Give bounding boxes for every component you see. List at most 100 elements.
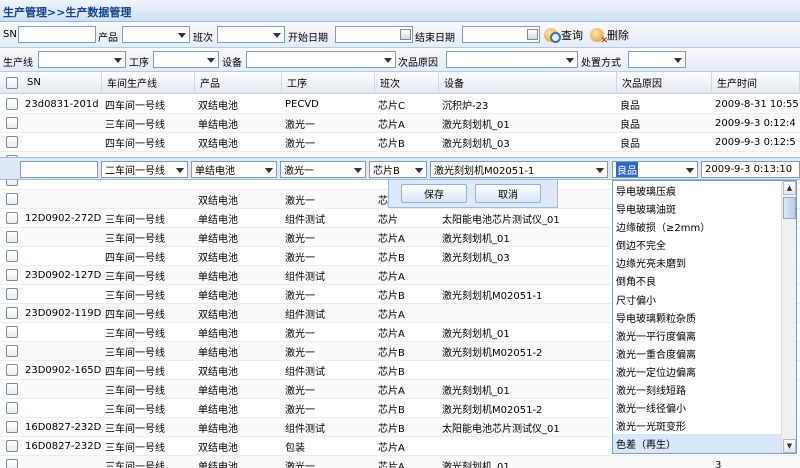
defect-dropdown-list[interactable]: 导电玻璃压痕 导电玻璃油斑 边缘破损（≥2mm） 倒边不完全 边缘光亮未磨到 倒角不良 尺寸… [612, 180, 797, 454]
scroll-down-icon[interactable]: ▼ [783, 439, 796, 453]
table-cell: 三车间一号线 [105, 423, 165, 435]
column-header[interactable]: 车间生产线 [102, 72, 195, 93]
dropdown-option[interactable]: 尺寸偏小 [613, 290, 783, 309]
disposal-label: 处置方式 [581, 58, 621, 69]
table-cell: 激光一 [285, 404, 315, 416]
calendar-icon[interactable] [400, 29, 411, 40]
column-header[interactable]: 次品原因 [617, 72, 712, 93]
editor-shift-select[interactable]: 芯片B [369, 161, 427, 178]
row-checkbox[interactable] [6, 459, 18, 468]
editor-line-select[interactable]: 二车间一号线 [101, 161, 188, 178]
row-checkbox[interactable] [6, 364, 18, 376]
row-editor-buttons: 保存 取消 [388, 180, 558, 208]
table-cell [22, 380, 102, 398]
table-cell: 包装 [285, 442, 305, 454]
row-checkbox[interactable] [6, 269, 18, 281]
dropdown-option[interactable]: 导电玻璃颗粒杂质 [613, 308, 783, 327]
table-cell [439, 437, 617, 455]
table-cell: 单结电池 [198, 423, 238, 435]
table-row[interactable]: 23d0831-201d 四车间一号线 双结电池 PECVD 芯片C 沉积炉-23 良品 20… [0, 95, 800, 114]
cancel-button[interactable]: 取消 [475, 184, 541, 203]
row-checkbox[interactable] [6, 231, 18, 243]
table-cell: 单结电池 [198, 328, 238, 340]
end-date-input[interactable] [462, 26, 540, 43]
save-button[interactable]: 保存 [401, 184, 467, 203]
shift-select[interactable] [217, 26, 285, 43]
dropdown-option[interactable]: 导电玻璃油斑 [613, 199, 783, 218]
editor-time-input[interactable]: 2009-9-3 0:13:10 [701, 161, 800, 178]
dropdown-option[interactable]: 倒边不完全 [613, 235, 783, 254]
row-checkbox[interactable] [6, 98, 18, 110]
table-cell: 单结电池 [198, 385, 238, 397]
disposal-select[interactable] [628, 51, 686, 68]
dropdown-option[interactable]: 激光一重合度偏离 [613, 344, 783, 363]
dropdown-option[interactable]: 激光一平行度偏离 [613, 326, 783, 345]
row-checkbox[interactable] [6, 136, 18, 148]
delete-button[interactable]: 删除 [590, 26, 629, 46]
query-button[interactable]: 查询 [544, 26, 583, 44]
editor-device-select[interactable]: 激光刻划机M02051-1 [430, 161, 608, 178]
row-checkbox[interactable] [6, 307, 18, 319]
table-cell: 四车间一号线 [105, 252, 165, 264]
editor-sn-input[interactable] [20, 161, 98, 178]
column-header[interactable]: 工序 [282, 72, 375, 93]
device-select[interactable] [246, 51, 396, 68]
product-select[interactable] [122, 26, 190, 43]
dropdown-option[interactable]: 边缘破损（≥2mm） [613, 217, 783, 236]
row-checkbox[interactable] [6, 212, 18, 224]
table-cell: 三车间一号线 [105, 442, 165, 454]
column-header[interactable]: 生产时间 [712, 72, 800, 93]
table-cell: 激光一 [285, 119, 315, 131]
table-cell: 2009-9-3 0:12:4 [715, 117, 796, 129]
row-checkbox[interactable] [6, 421, 18, 433]
column-header[interactable]: SN [22, 72, 102, 93]
start-date-input[interactable] [335, 26, 413, 43]
line-select[interactable] [38, 51, 126, 68]
dropdown-option[interactable]: 导电玻璃压痕 [613, 181, 783, 200]
table-cell: 激光一 [285, 233, 315, 245]
table-cell [22, 114, 102, 132]
row-checkbox[interactable] [6, 383, 18, 395]
dropdown-option[interactable]: 色差（再生） [613, 434, 783, 453]
table-row[interactable]: 四车间一号线 双结电池 激光一 芯片B 激光刻划机_03 良品 2009-9-3 0:12:… [0, 133, 800, 152]
column-header[interactable]: 产品 [195, 72, 282, 93]
row-checkbox[interactable] [6, 345, 18, 357]
row-checkbox[interactable] [6, 402, 18, 414]
dropdown-scrollbar[interactable]: ▲ ▼ [781, 181, 796, 453]
row-checkbox[interactable] [6, 117, 18, 129]
scroll-up-icon[interactable]: ▲ [783, 181, 796, 195]
process-select[interactable] [153, 51, 219, 68]
sn-input[interactable] [18, 26, 96, 43]
defect-select[interactable] [446, 51, 578, 68]
scroll-thumb[interactable] [783, 197, 796, 219]
table-cell: 激光刻划机_01 [442, 328, 510, 340]
dropdown-option[interactable]: 激光一线径偏小 [613, 398, 783, 417]
column-header[interactable]: 设备 [439, 72, 617, 93]
table-cell: 单结电池 [198, 214, 238, 226]
dropdown-option[interactable]: 激光一定位边偏离 [613, 362, 783, 381]
column-header[interactable]: 班次 [375, 72, 439, 93]
dropdown-option[interactable]: 激光一光斑变形 [613, 416, 783, 435]
dropdown-option[interactable]: 激光一刻线短路 [613, 380, 783, 399]
row-checkbox[interactable] [6, 288, 18, 300]
dropdown-option[interactable]: 边缘光亮未磨到 [613, 253, 783, 272]
table-cell [22, 323, 102, 341]
select-all-checkbox[interactable] [6, 77, 18, 89]
filter-toolbar-2: 生产线 工序 设备 次品原因 处置方式 [0, 48, 800, 72]
editor-process-select[interactable]: 激光一 [280, 161, 366, 178]
row-checkbox[interactable] [6, 250, 18, 262]
calendar-icon[interactable] [527, 29, 538, 40]
table-cell: 激光刻划机M02051-1 [442, 290, 543, 302]
editor-product-select[interactable]: 单结电池 [191, 161, 277, 178]
editor-defect-select[interactable]: 良品 [612, 161, 698, 178]
row-checkbox[interactable] [6, 193, 18, 205]
dropdown-option[interactable]: 倒角不良 [613, 272, 783, 291]
table-cell: 良品 [620, 138, 640, 150]
row-checkbox[interactable] [6, 440, 18, 452]
table-row[interactable]: 三车间一号线 单结电池 激光一 芯片A 激光刻划机_01 3 [0, 456, 800, 468]
table-cell: 三车间一号线 [105, 347, 165, 359]
table-cell: 三车间一号线 [105, 328, 165, 340]
row-checkbox[interactable] [6, 326, 18, 338]
table-cell: 太阳能电池芯片测试仪_01 [442, 214, 560, 226]
table-row[interactable]: 三车间一号线 单结电池 激光一 芯片A 激光刻划机_01 良品 2009-9-3 0:12:… [0, 114, 800, 133]
